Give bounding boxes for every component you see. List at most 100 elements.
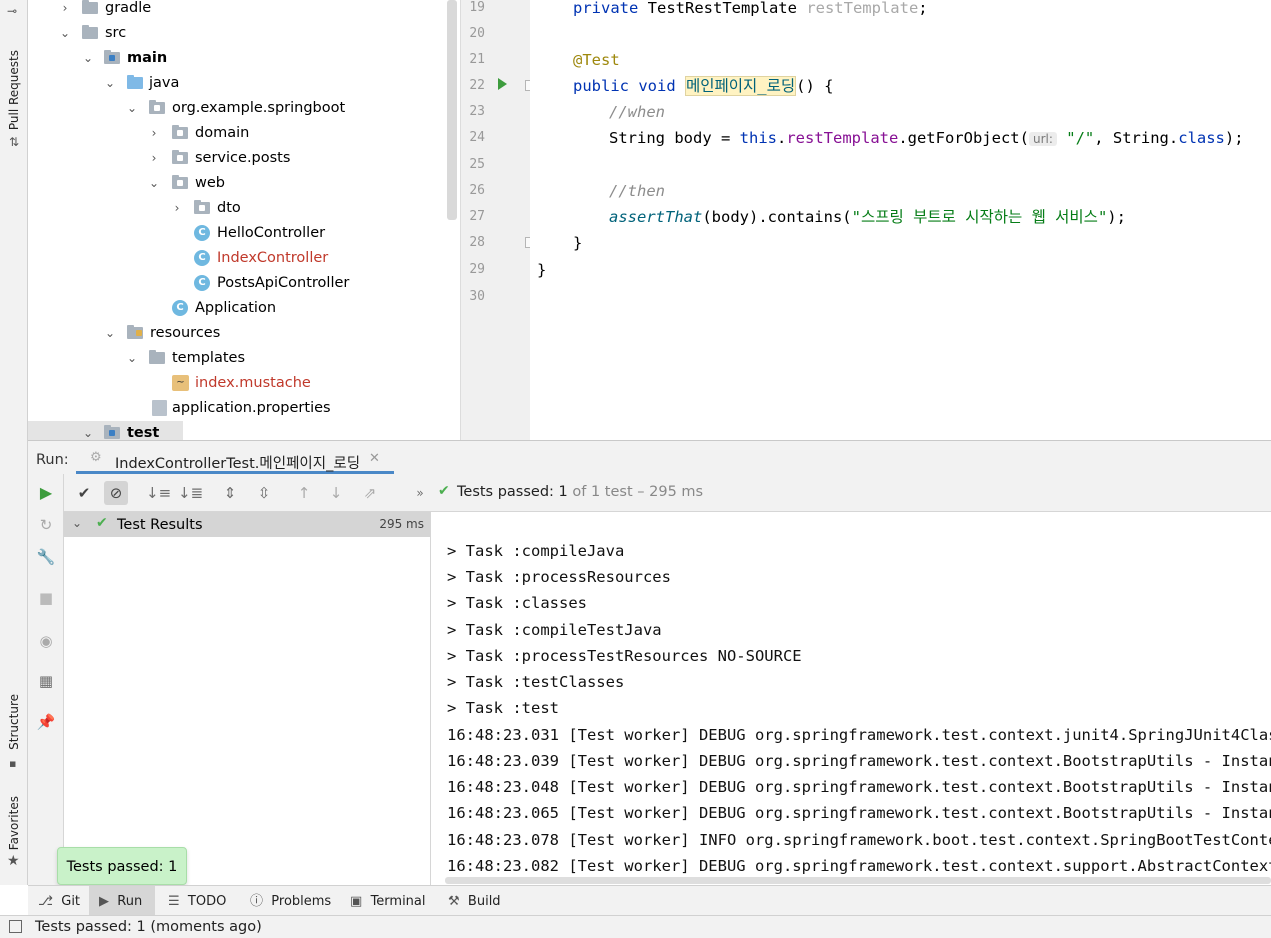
tree-item-service-posts[interactable]: › service.posts <box>28 146 448 171</box>
show-passed-icon[interactable]: ✔ <box>72 481 96 505</box>
layout-icon[interactable]: ▦ <box>34 669 58 693</box>
favorites-star-icon: ★ <box>7 853 20 869</box>
chevron-down-icon[interactable]: ⌄ <box>72 516 82 530</box>
console-line: 16:48:23.078 [Test worker] INFO org.spri… <box>447 831 1271 849</box>
tree-item-test[interactable]: ⌄ test <box>28 421 183 440</box>
chevron-down-icon[interactable]: ⌄ <box>59 21 71 46</box>
tree-item-package[interactable]: ⌄ org.example.springboot <box>28 96 448 121</box>
commit-icon[interactable]: ⊸ <box>7 4 17 18</box>
tree-item-label: org.example.springboot <box>172 100 346 116</box>
tree-item-dto[interactable]: › dto <box>28 196 448 221</box>
line-number: 29 <box>469 262 485 277</box>
tree-item-gradle[interactable]: › gradle <box>28 0 448 21</box>
project-tree: › gradle ⌄ src ⌄ main ⌄ java ⌄ org.examp… <box>28 0 460 440</box>
chevron-right-icon[interactable]: › <box>171 196 183 221</box>
tree-item-posts-api-controller[interactable]: C PostsApiController <box>28 271 448 296</box>
collapse-all-icon[interactable]: ⇳ <box>252 481 276 505</box>
line-number: 21 <box>469 52 485 67</box>
code-line-27: assertThat(body).contains("스프링 부트로 시작하는 … <box>609 208 1126 226</box>
close-tab-icon[interactable]: ✕ <box>369 451 380 466</box>
pin-icon[interactable]: 📌 <box>34 710 58 734</box>
more-actions-icon[interactable]: » <box>408 481 432 505</box>
tree-item-resources[interactable]: ⌄ resources <box>28 321 448 346</box>
chevron-right-icon[interactable]: › <box>148 146 160 171</box>
run-play-icon: ▶ <box>99 894 109 909</box>
mustache-file-icon: ~ <box>172 375 189 391</box>
source-folder-icon <box>127 75 143 89</box>
tree-item-index-mustache[interactable]: ~ index.mustache <box>28 371 448 396</box>
view-eye-icon[interactable]: ◉ <box>34 629 58 653</box>
module-folder-icon <box>104 425 120 439</box>
previous-test-icon[interactable]: ↑ <box>292 481 316 505</box>
toggle-tool-windows-icon[interactable] <box>9 920 22 933</box>
run-actions-strip: ▶ ↻ 🔧 ■ ◉ ▦ 📌 <box>28 474 64 885</box>
chevron-down-icon[interactable]: ⌄ <box>104 71 116 96</box>
test-results-row[interactable]: ⌄ ✔ Test Results 295 ms <box>64 512 430 537</box>
favorites-tab[interactable]: Favorites <box>7 796 21 850</box>
folder-icon <box>149 350 165 364</box>
package-icon <box>172 150 188 164</box>
tool-tab-run[interactable]: ▶ Run <box>89 886 155 916</box>
console-output[interactable]: > Task :compileJava > Task :processResou… <box>431 512 1271 885</box>
chevron-down-icon[interactable]: ⌄ <box>82 46 94 71</box>
tool-tab-build[interactable]: ⚒ Build <box>448 886 501 916</box>
next-test-icon[interactable]: ↓ <box>324 481 348 505</box>
tree-item-main[interactable]: ⌄ main <box>28 46 448 71</box>
test-config-icon: ⚙ <box>90 450 102 465</box>
run-test-gutter-icon[interactable] <box>498 78 507 90</box>
tool-tab-terminal[interactable]: ▣ Terminal <box>350 886 426 916</box>
console-line: > Task :compileTestJava <box>447 621 662 639</box>
terminal-icon: ▣ <box>350 894 363 909</box>
chevron-down-icon[interactable]: ⌄ <box>126 96 138 121</box>
tool-tab-problems[interactable]: ⓘ Problems <box>250 886 331 916</box>
structure-tab[interactable]: Structure <box>7 694 21 750</box>
todo-list-icon: ☰ <box>168 894 180 909</box>
structure-icon: ▪ <box>9 757 17 770</box>
console-horizontal-scrollbar[interactable] <box>445 877 1271 884</box>
code-editor[interactable]: private TestRestTemplate restTemplate; @… <box>530 0 1271 440</box>
status-bar-message[interactable]: Tests passed: 1 (moments ago) <box>35 919 262 935</box>
console-line: > Task :processResources <box>447 568 671 586</box>
tool-tab-git[interactable]: ⎇ Git <box>38 886 80 916</box>
test-results-tree: ⌄ ✔ Test Results 295 ms <box>64 512 431 885</box>
tree-item-web[interactable]: ⌄ web <box>28 171 448 196</box>
chevron-down-icon[interactable]: ⌄ <box>148 171 160 196</box>
tests-passed-notification[interactable]: Tests passed: 1 <box>57 847 187 885</box>
tree-item-java[interactable]: ⌄ java <box>28 71 448 96</box>
rerun-failed-icon[interactable]: ↻ <box>34 513 58 537</box>
tree-item-domain[interactable]: › domain <box>28 121 448 146</box>
tree-item-label: application.properties <box>172 400 331 416</box>
tree-item-templates[interactable]: ⌄ templates <box>28 346 448 371</box>
import-tests-icon[interactable]: ⇗ <box>358 481 382 505</box>
tool-tab-label: Problems <box>271 894 332 909</box>
show-ignored-icon[interactable]: ⊘ <box>104 481 128 505</box>
tree-item-index-controller[interactable]: C IndexController <box>28 246 448 271</box>
stop-icon[interactable]: ■ <box>34 586 58 610</box>
expand-all-icon[interactable]: ⇕ <box>218 481 242 505</box>
run-label: Run: <box>36 452 69 468</box>
package-icon <box>149 100 165 114</box>
code-line-23: //when <box>609 103 665 121</box>
sort-alphabetically-icon[interactable]: ↓≡ <box>146 481 171 505</box>
chevron-down-icon[interactable]: ⌄ <box>82 421 94 440</box>
package-icon <box>172 125 188 139</box>
project-tree-scrollbar[interactable] <box>447 0 457 220</box>
tree-item-hello-controller[interactable]: C HelloController <box>28 221 448 246</box>
console-line: 16:48:23.065 [Test worker] DEBUG org.spr… <box>447 804 1271 822</box>
chevron-right-icon[interactable]: › <box>59 0 71 21</box>
chevron-right-icon[interactable]: › <box>148 121 160 146</box>
tree-item-src[interactable]: ⌄ src <box>28 21 448 46</box>
tree-item-label: domain <box>195 125 250 141</box>
pull-requests-tab[interactable]: Pull Requests <box>7 50 21 130</box>
chevron-down-icon[interactable]: ⌄ <box>104 321 116 346</box>
rerun-icon[interactable]: ▶ <box>34 481 58 505</box>
method-name-highlight: 메인페이지_로딩 <box>684 76 797 96</box>
settings-wrench-icon[interactable]: 🔧 <box>34 545 58 569</box>
tree-item-application-properties[interactable]: application.properties <box>28 396 448 421</box>
tree-item-application[interactable]: C Application <box>28 296 448 321</box>
chevron-down-icon[interactable]: ⌄ <box>126 346 138 371</box>
tool-tab-todo[interactable]: ☰ TODO <box>168 886 226 916</box>
sort-by-duration-icon[interactable]: ↓≣ <box>178 481 203 505</box>
run-tab[interactable]: ⚙ IndexControllerTest.메인페이지_로딩 ✕ <box>76 445 394 474</box>
package-icon <box>172 175 188 189</box>
